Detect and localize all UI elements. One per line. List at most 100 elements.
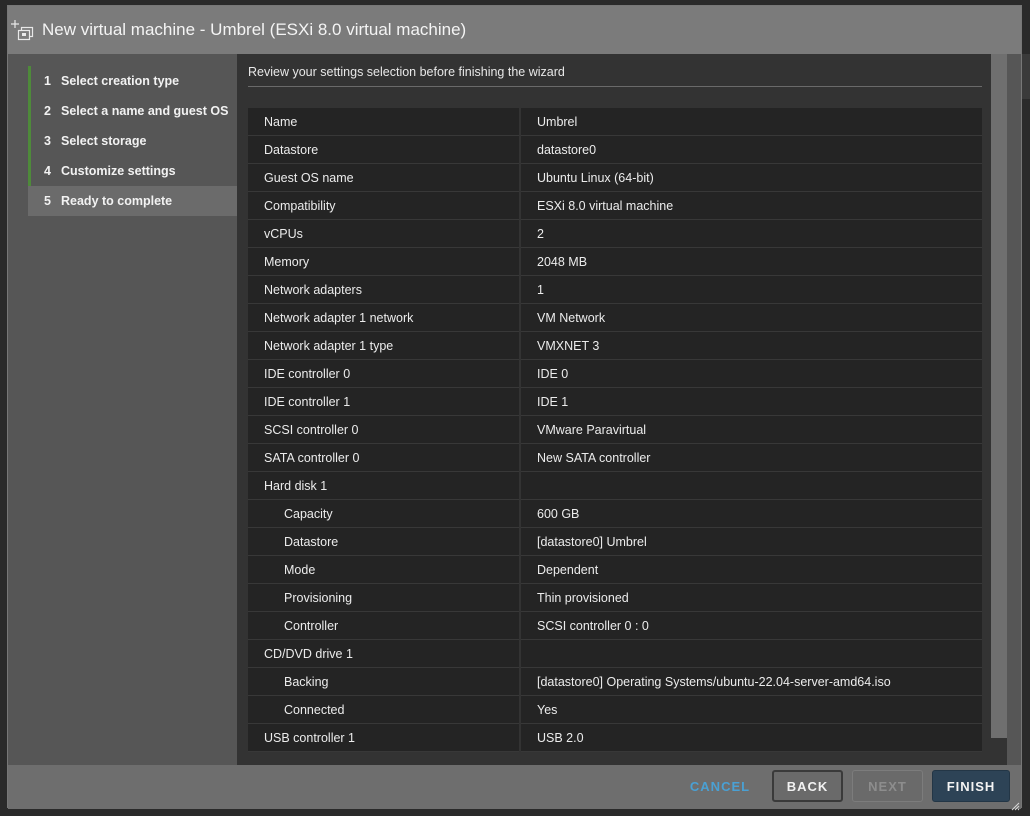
step-label: Customize settings	[61, 164, 176, 178]
dialog-body: 1 Select creation type 2 Select a name a…	[8, 54, 1021, 765]
step-label: Select storage	[61, 134, 147, 148]
summary-label: vCPUs	[248, 219, 521, 248]
vertical-scrollbar[interactable]	[991, 54, 1007, 738]
summary-row: Mode Dependent	[248, 555, 982, 584]
summary-row: Hard disk 1	[248, 471, 982, 500]
review-panel: Review your settings selection before fi…	[237, 54, 1007, 765]
summary-label: Memory	[248, 247, 521, 276]
settings-summary-table: Name Umbrel Datastore datastore0 Guest OS na…	[248, 108, 982, 752]
summary-row: Connected Yes	[248, 695, 982, 724]
summary-value: Yes	[520, 695, 982, 724]
step-label: Select a name and guest OS	[61, 104, 229, 118]
summary-value: SCSI controller 0 : 0	[520, 611, 982, 640]
cancel-button[interactable]: CANCEL	[678, 770, 762, 802]
summary-row: Network adapter 1 network VM Network	[248, 303, 982, 332]
summary-row: IDE controller 0 IDE 0	[248, 359, 982, 388]
summary-row: USB controller 1 USB 2.0	[248, 723, 982, 752]
summary-value: VMXNET 3	[520, 331, 982, 360]
summary-value	[520, 639, 982, 668]
next-button[interactable]: NEXT	[852, 770, 923, 802]
step-number: 5	[44, 194, 51, 208]
summary-value: Ubuntu Linux (64-bit)	[520, 163, 982, 192]
summary-value: 2	[520, 219, 982, 248]
wizard-step-1[interactable]: 1 Select creation type	[28, 66, 238, 96]
summary-label: SATA controller 0	[248, 443, 521, 472]
summary-row: Backing [datastore0] Operating Systems/ub…	[248, 667, 982, 696]
finish-button[interactable]: FINISH	[932, 770, 1010, 802]
summary-row: Datastore datastore0	[248, 135, 982, 164]
wizard-steps: 1 Select creation type 2 Select a name a…	[28, 66, 238, 216]
summary-label: Compatibility	[248, 191, 521, 220]
summary-row: SCSI controller 0 VMware Paravirtual	[248, 415, 982, 444]
summary-value: [datastore0] Umbrel	[520, 527, 982, 556]
summary-label: Datastore	[248, 527, 521, 556]
wizard-step-2[interactable]: 2 Select a name and guest OS	[28, 96, 238, 126]
summary-value	[520, 471, 982, 500]
summary-row: Provisioning Thin provisioned	[248, 583, 982, 612]
step-number: 1	[44, 74, 51, 88]
summary-label: Controller	[248, 611, 521, 640]
summary-value: VMware Paravirtual	[520, 415, 982, 444]
summary-label: USB controller 1	[248, 723, 521, 752]
summary-value: 2048 MB	[520, 247, 982, 276]
summary-value: Thin provisioned	[520, 583, 982, 612]
dialog-footer: CANCEL BACK NEXT FINISH	[8, 765, 1021, 811]
summary-label: Network adapter 1 type	[248, 331, 521, 360]
wizard-step-5[interactable]: 5 Ready to complete	[28, 186, 238, 216]
summary-value: 1	[520, 275, 982, 304]
summary-value: New SATA controller	[520, 443, 982, 472]
summary-value: Umbrel	[520, 108, 982, 136]
summary-row: vCPUs 2	[248, 219, 982, 248]
back-button[interactable]: BACK	[772, 770, 843, 802]
wizard-step-4[interactable]: 4 Customize settings	[28, 156, 238, 186]
summary-row: Datastore [datastore0] Umbrel	[248, 527, 982, 556]
summary-row: IDE controller 1 IDE 1	[248, 387, 982, 416]
summary-label: Network adapters	[248, 275, 521, 304]
summary-label: Connected	[248, 695, 521, 724]
summary-label: Capacity	[248, 499, 521, 528]
summary-value: [datastore0] Operating Systems/ubuntu-22…	[520, 667, 982, 696]
summary-label: Network adapter 1 network	[248, 303, 521, 332]
summary-label: Mode	[248, 555, 521, 584]
step-number: 4	[44, 164, 51, 178]
step-number: 3	[44, 134, 51, 148]
summary-value: VM Network	[520, 303, 982, 332]
summary-value: Dependent	[520, 555, 982, 584]
summary-row: Memory 2048 MB	[248, 247, 982, 276]
summary-label: IDE controller 1	[248, 387, 521, 416]
add-vm-icon	[10, 17, 36, 43]
summary-row: Controller SCSI controller 0 : 0	[248, 611, 982, 640]
summary-value: 600 GB	[520, 499, 982, 528]
summary-row: Name Umbrel	[248, 108, 982, 136]
summary-row: SATA controller 0 New SATA controller	[248, 443, 982, 472]
summary-label: Backing	[248, 667, 521, 696]
summary-row: Network adapters 1	[248, 275, 982, 304]
resize-grip-icon[interactable]	[1010, 798, 1020, 811]
summary-label: Guest OS name	[248, 163, 521, 192]
summary-value: IDE 1	[520, 387, 982, 416]
summary-row: Network adapter 1 type VMXNET 3	[248, 331, 982, 360]
dialog-title: New virtual machine - Umbrel (ESXi 8.0 v…	[42, 20, 467, 39]
step-label: Select creation type	[61, 74, 180, 88]
summary-value: USB 2.0	[520, 723, 982, 752]
summary-label: Datastore	[248, 135, 521, 164]
wizard-step-3[interactable]: 3 Select storage	[28, 126, 238, 156]
summary-label: SCSI controller 0	[248, 415, 521, 444]
summary-value: datastore0	[520, 135, 982, 164]
summary-row: CD/DVD drive 1	[248, 639, 982, 668]
review-subtitle: Review your settings selection before fi…	[248, 65, 982, 87]
summary-row: Capacity 600 GB	[248, 499, 982, 528]
summary-label: CD/DVD drive 1	[248, 639, 521, 668]
new-vm-dialog: New virtual machine - Umbrel (ESXi 8.0 v…	[7, 5, 1022, 811]
step-label: Ready to complete	[61, 194, 173, 208]
summary-label: Hard disk 1	[248, 471, 521, 500]
summary-value: IDE 0	[520, 359, 982, 388]
summary-value: ESXi 8.0 virtual machine	[520, 191, 982, 220]
summary-label: Provisioning	[248, 583, 521, 612]
summary-row: Compatibility ESXi 8.0 virtual machine	[248, 191, 982, 220]
step-number: 2	[44, 104, 51, 118]
summary-row: Guest OS name Ubuntu Linux (64-bit)	[248, 163, 982, 192]
dialog-titlebar: New virtual machine - Umbrel (ESXi 8.0 v…	[8, 6, 1021, 54]
summary-label: IDE controller 0	[248, 359, 521, 388]
summary-label: Name	[248, 108, 521, 136]
